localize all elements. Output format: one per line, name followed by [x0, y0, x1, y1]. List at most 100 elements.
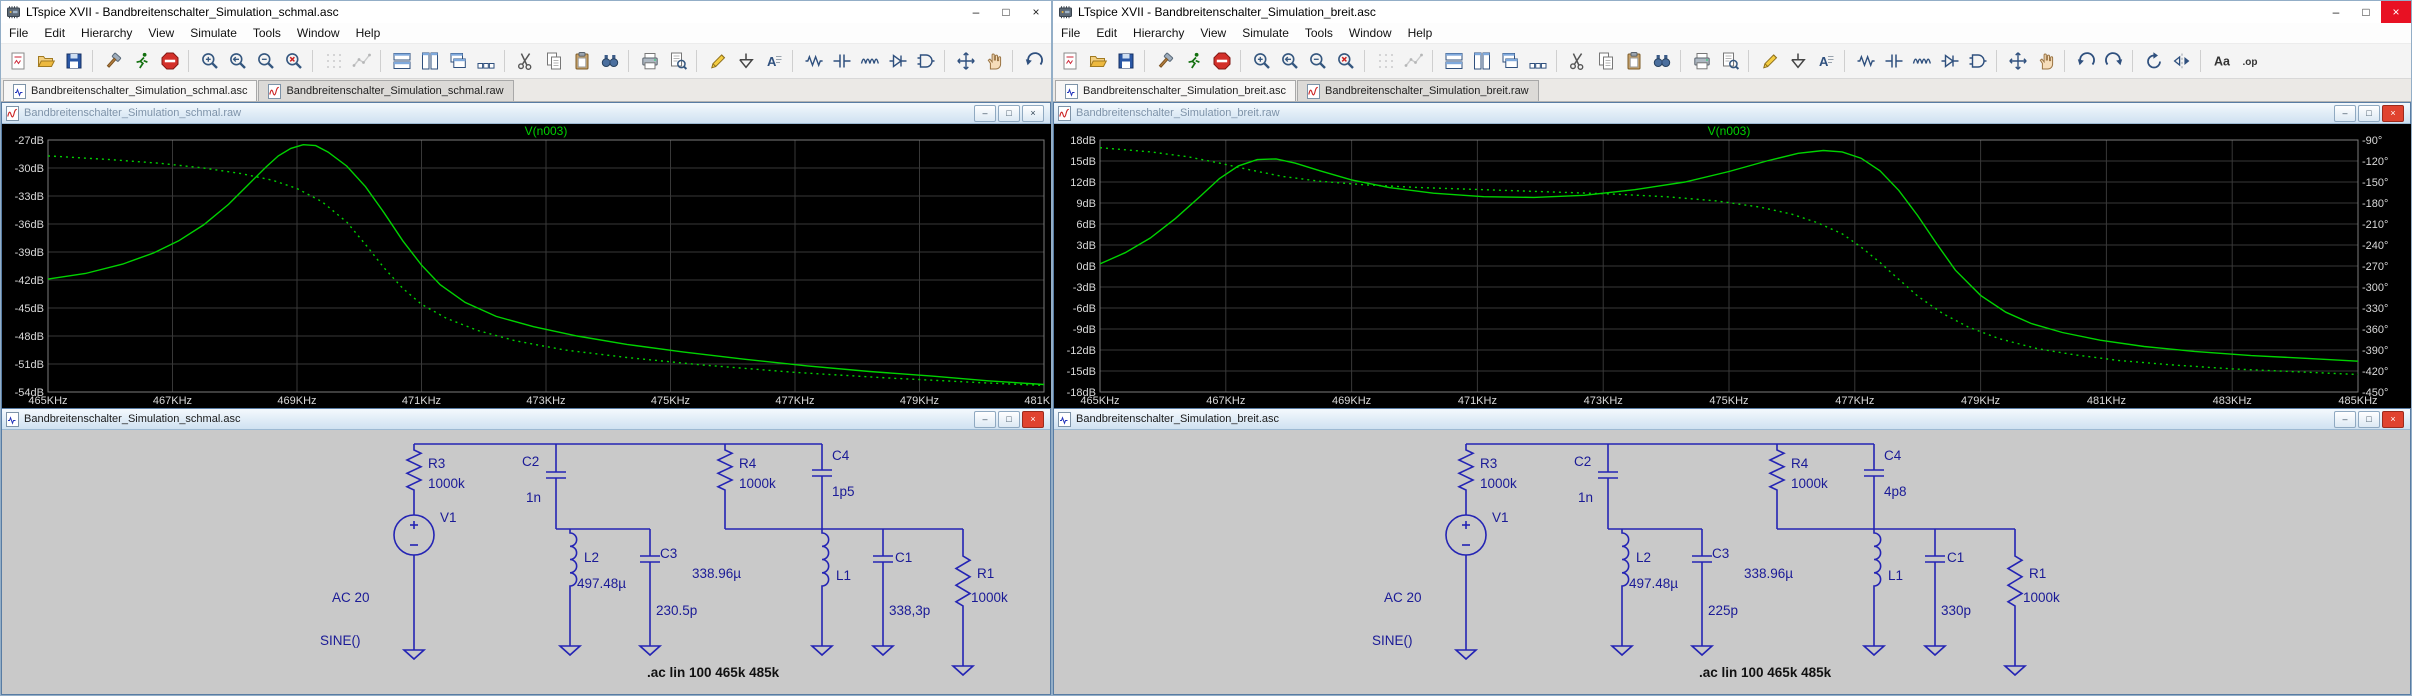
tool-text[interactable]: Aa	[2208, 48, 2236, 75]
tool-ground[interactable]	[732, 48, 760, 75]
menu-hierarchy[interactable]: Hierarchy	[1125, 26, 1192, 40]
tool-zoom-back[interactable]	[224, 48, 252, 75]
tool-find[interactable]	[596, 48, 624, 75]
component-value-c3[interactable]: 230.5p	[656, 603, 697, 618]
component-label-r3[interactable]: R3	[1480, 456, 1497, 471]
menu-help[interactable]: Help	[348, 26, 389, 40]
component-label-c3[interactable]: C3	[1712, 546, 1729, 561]
component-value-v1-fn[interactable]: SINE()	[1372, 633, 1413, 648]
component-label-c2[interactable]: C2	[1574, 454, 1591, 469]
tool-arrange-icons[interactable]	[1524, 48, 1552, 75]
tool-zoom-area[interactable]	[1248, 48, 1276, 75]
tool-print-preview[interactable]	[1716, 48, 1744, 75]
menu-tools[interactable]: Tools	[1297, 26, 1341, 40]
tool-label[interactable]: A	[1812, 48, 1840, 75]
mdi-minimize-button[interactable]: –	[2334, 411, 2356, 428]
component-value-r1[interactable]: 1000k	[971, 590, 1008, 605]
component-value-r4[interactable]: 1000k	[1791, 476, 1828, 491]
component-label-r3[interactable]: R3	[428, 456, 445, 471]
maximize-button[interactable]: □	[991, 1, 1021, 23]
tool-halt[interactable]	[1208, 48, 1236, 75]
component-label-c3[interactable]: C3	[660, 546, 677, 561]
menu-hierarchy[interactable]: Hierarchy	[73, 26, 140, 40]
titlebar[interactable]: LTspice XVII - Bandbreitenschalter_Simul…	[1, 1, 1051, 23]
tool-undo[interactable]	[1020, 48, 1048, 75]
tool-zoom-area[interactable]	[196, 48, 224, 75]
component-label-r1[interactable]: R1	[2029, 566, 2046, 581]
tool-arrange-icons[interactable]	[472, 48, 500, 75]
tool-diode[interactable]	[1936, 48, 1964, 75]
tool-find[interactable]	[1648, 48, 1676, 75]
tool-save[interactable]	[60, 48, 88, 75]
tab-waveform[interactable]: Bandbreitenschalter_Simulation_breit.raw	[1297, 80, 1539, 101]
tool-wire[interactable]	[1756, 48, 1784, 75]
tool-cascade[interactable]	[1496, 48, 1524, 75]
schematic-titlebar[interactable]: Bandbreitenschalter_Simulation_breit.asc…	[1054, 409, 2410, 430]
tool-label[interactable]: A	[760, 48, 788, 75]
tool-halt[interactable]	[156, 48, 184, 75]
tool-inductor[interactable]	[856, 48, 884, 75]
component-label-v1[interactable]: V1	[1492, 510, 1509, 525]
minimize-button[interactable]: –	[2321, 1, 2351, 23]
titlebar[interactable]: LTspice XVII - Bandbreitenschalter_Simul…	[1053, 1, 2411, 23]
trace-label[interactable]: V(n003)	[525, 124, 568, 138]
component-value-c4[interactable]: 1p5	[832, 484, 855, 499]
menu-tools[interactable]: Tools	[245, 26, 289, 40]
component-value-v1-ac[interactable]: AC 20	[332, 590, 370, 605]
mdi-restore-button[interactable]: □	[998, 105, 1020, 122]
component-label-r4[interactable]: R4	[739, 456, 757, 471]
component-value-c2[interactable]: 1n	[1578, 490, 1593, 505]
tool-tile-horizontal[interactable]	[388, 48, 416, 75]
component-label-l1[interactable]: L1	[1888, 568, 1903, 583]
tool-print[interactable]	[1688, 48, 1716, 75]
menu-file[interactable]: File	[1053, 26, 1088, 40]
tool-spice-directive[interactable]: .op	[2236, 48, 2264, 75]
tool-zoom-full[interactable]	[1332, 48, 1360, 75]
tool-run[interactable]	[1180, 48, 1208, 75]
tool-ground[interactable]	[1784, 48, 1812, 75]
component-value-v1-ac[interactable]: AC 20	[1384, 590, 1422, 605]
tool-tile-vertical[interactable]	[416, 48, 444, 75]
waveform-pane[interactable]: 465KHz467KHz469KHz471KHz473KHz475KHz477K…	[2, 124, 1050, 408]
tool-cut[interactable]	[1564, 48, 1592, 75]
mdi-restore-button[interactable]: □	[2358, 105, 2380, 122]
tool-zoom-out[interactable]	[252, 48, 280, 75]
tool-save[interactable]	[1112, 48, 1140, 75]
tool-copy[interactable]	[1592, 48, 1620, 75]
mdi-restore-button[interactable]: □	[998, 411, 1020, 428]
menu-file[interactable]: File	[1, 26, 36, 40]
component-label-c4[interactable]: C4	[1884, 448, 1902, 463]
tool-tile-horizontal[interactable]	[1440, 48, 1468, 75]
component-value-r4[interactable]: 1000k	[739, 476, 776, 491]
menu-simulate[interactable]: Simulate	[1234, 26, 1297, 40]
tool-copy[interactable]	[540, 48, 568, 75]
tool-drag[interactable]	[980, 48, 1008, 75]
component-value-l1[interactable]: 338.96µ	[692, 566, 741, 581]
tab-waveform[interactable]: Bandbreitenschalter_Simulation_schmal.ra…	[258, 80, 513, 101]
component-value-r3[interactable]: 1000k	[1480, 476, 1517, 491]
tool-new-schematic[interactable]	[4, 48, 32, 75]
tool-paste[interactable]	[568, 48, 596, 75]
tool-print-preview[interactable]	[664, 48, 692, 75]
tool-mark-points[interactable]	[348, 48, 376, 75]
mdi-minimize-button[interactable]: –	[2334, 105, 2356, 122]
tool-zoom-back[interactable]	[1276, 48, 1304, 75]
waveform-pane[interactable]: 465KHz467KHz469KHz471KHz473KHz475KHz477K…	[1054, 124, 2410, 408]
component-value-r1[interactable]: 1000k	[2023, 590, 2060, 605]
waveform-titlebar[interactable]: Bandbreitenschalter_Simulation_breit.raw…	[1054, 103, 2410, 124]
spice-directive-text[interactable]: .ac lin 100 465k 485k	[647, 665, 780, 680]
component-label-c1[interactable]: C1	[1947, 550, 1964, 565]
component-value-l2[interactable]: 497.48µ	[1629, 576, 1678, 591]
component-value-c4[interactable]: 4p8	[1884, 484, 1907, 499]
schematic-titlebar[interactable]: Bandbreitenschalter_Simulation_schmal.as…	[2, 409, 1050, 430]
component-value-l1[interactable]: 338.96µ	[1744, 566, 1793, 581]
component-value-c3[interactable]: 225p	[1708, 603, 1738, 618]
component-label-r1[interactable]: R1	[977, 566, 994, 581]
menu-edit[interactable]: Edit	[36, 26, 73, 40]
mdi-minimize-button[interactable]: –	[974, 105, 996, 122]
tool-control-panel[interactable]	[100, 48, 128, 75]
tool-tile-vertical[interactable]	[1468, 48, 1496, 75]
tool-mark-points[interactable]	[1400, 48, 1428, 75]
component-label-l2[interactable]: L2	[1636, 550, 1651, 565]
mdi-close-button[interactable]: ×	[2382, 105, 2404, 122]
